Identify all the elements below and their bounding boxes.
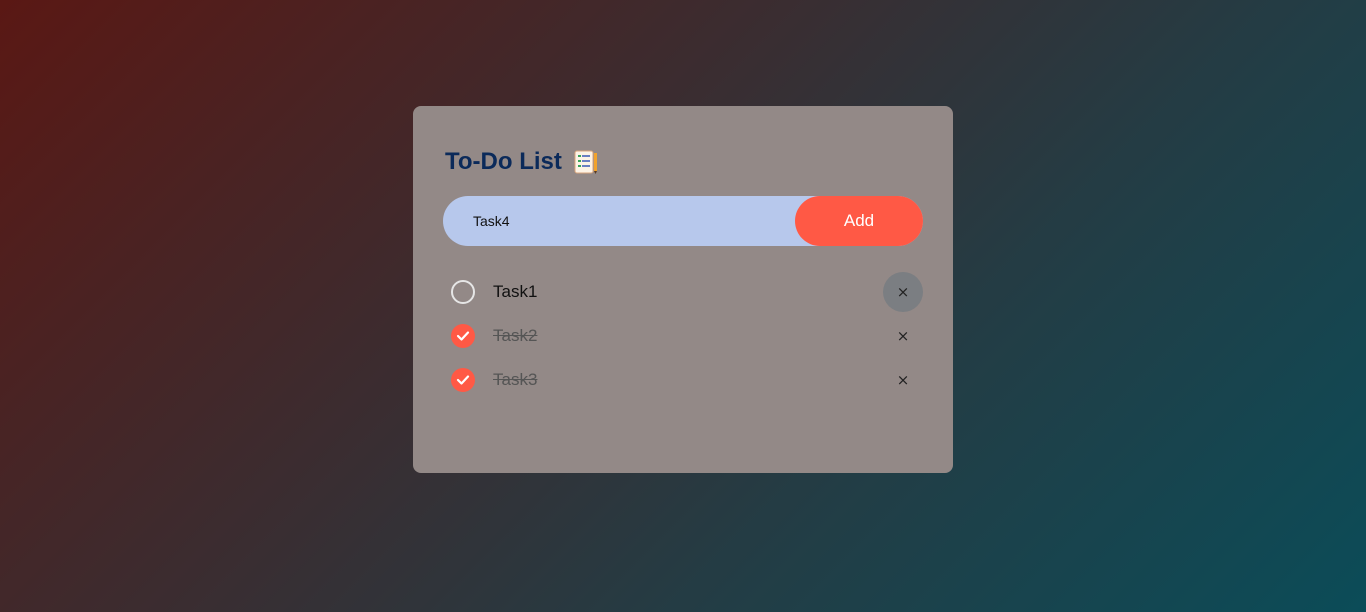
delete-button[interactable]: × bbox=[883, 272, 923, 312]
checkmark-icon bbox=[456, 331, 470, 341]
list-item[interactable]: Task3 × bbox=[443, 358, 923, 402]
delete-button[interactable]: × bbox=[883, 316, 923, 356]
app-title: To-Do List bbox=[445, 148, 562, 175]
add-button[interactable]: Add bbox=[795, 196, 923, 246]
delete-button[interactable]: × bbox=[883, 360, 923, 400]
task-input[interactable] bbox=[463, 196, 783, 246]
task-list: Task1 × Task2 × Task3 × bbox=[443, 270, 923, 402]
checked-circle-icon[interactable] bbox=[451, 368, 475, 392]
list-item[interactable]: Task2 × bbox=[443, 314, 923, 358]
task-label[interactable]: Task1 bbox=[493, 282, 537, 302]
task-label[interactable]: Task3 bbox=[493, 370, 537, 390]
unchecked-circle-icon[interactable] bbox=[451, 280, 475, 304]
checked-circle-icon[interactable] bbox=[451, 324, 475, 348]
list-item[interactable]: Task1 × bbox=[443, 270, 923, 314]
checkmark-icon bbox=[456, 375, 470, 385]
notepad-icon bbox=[572, 148, 600, 176]
todo-card: To-Do List Add Task1 × bbox=[413, 106, 953, 473]
task-label[interactable]: Task2 bbox=[493, 326, 537, 346]
title-row: To-Do List bbox=[445, 146, 600, 178]
task-input-row: Add bbox=[443, 196, 923, 246]
